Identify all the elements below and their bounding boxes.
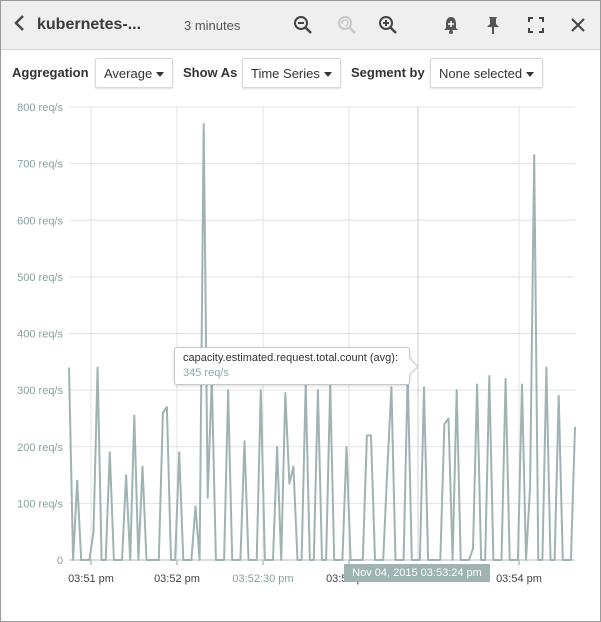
alert-button[interactable] bbox=[440, 14, 462, 36]
y-tick-label: 300 req/s bbox=[17, 385, 63, 397]
series-line bbox=[68, 123, 576, 561]
x-tick-label: 03:52 pm bbox=[154, 573, 200, 585]
show-as-value: Time Series bbox=[251, 66, 320, 81]
y-tick-label: 700 req/s bbox=[17, 159, 63, 171]
x-tick-label: 03:54 pm bbox=[496, 573, 542, 585]
zoom-in-icon bbox=[379, 16, 397, 34]
x-tick-label: 03:52:30 pm bbox=[232, 573, 293, 585]
close-icon bbox=[571, 18, 585, 32]
chart-panel: kubernetes-... 3 minutes Aggregation Ave… bbox=[0, 0, 601, 622]
close-button[interactable] bbox=[567, 14, 589, 36]
y-tick-label: 200 req/s bbox=[17, 442, 63, 454]
aggregation-value: Average bbox=[104, 66, 153, 81]
chart-tooltip: capacity.estimated.request.total.count (… bbox=[174, 347, 410, 385]
undo-zoom-icon bbox=[338, 16, 356, 34]
y-tick-label: 500 req/s bbox=[17, 272, 63, 284]
alert-bell-icon bbox=[444, 17, 458, 34]
x-tick-label: 03:51 pm bbox=[68, 573, 114, 585]
crosshair-time-label: Nov 04, 2015 03:53:24 pm bbox=[344, 564, 490, 582]
expand-button[interactable] bbox=[525, 14, 547, 36]
segment-by-dropdown[interactable]: None selected bbox=[430, 58, 544, 88]
y-tick-label: 600 req/s bbox=[17, 215, 63, 227]
zoom-in-button[interactable] bbox=[377, 14, 399, 36]
y-tick-label: 400 req/s bbox=[17, 329, 63, 341]
chart-toolbar: Aggregation Average Show As Time Series … bbox=[1, 57, 600, 91]
panel-title: kubernetes-... bbox=[37, 16, 142, 33]
time-range-label[interactable]: 3 minutes bbox=[184, 18, 240, 33]
segment-by-value: None selected bbox=[439, 66, 523, 81]
aggregation-dropdown[interactable]: Average bbox=[95, 58, 174, 88]
y-tick-label: 100 req/s bbox=[17, 498, 63, 510]
show-as-label: Show As bbox=[183, 65, 238, 80]
y-tick-label: 0 bbox=[57, 555, 63, 567]
tooltip-metric: capacity.estimated.request.total.count (… bbox=[183, 352, 399, 364]
caret-down-icon bbox=[323, 72, 332, 78]
caret-down-icon bbox=[156, 72, 165, 78]
tooltip-value: 345 req/s bbox=[183, 367, 229, 379]
chevron-left-icon bbox=[14, 15, 24, 31]
undo-zoom-button[interactable] bbox=[336, 14, 358, 36]
expand-icon bbox=[528, 17, 544, 33]
back-button[interactable] bbox=[9, 14, 31, 36]
segment-by-label: Segment by bbox=[351, 65, 425, 80]
show-as-dropdown[interactable]: Time Series bbox=[242, 58, 341, 88]
pin-button[interactable] bbox=[482, 14, 504, 36]
aggregation-label: Aggregation bbox=[12, 65, 89, 80]
pin-icon bbox=[487, 17, 499, 34]
panel-header: kubernetes-... 3 minutes bbox=[1, 1, 600, 50]
y-tick-label: 800 req/s bbox=[17, 102, 63, 114]
zoom-out-button[interactable] bbox=[292, 14, 314, 36]
caret-down-icon bbox=[526, 72, 535, 78]
zoom-out-icon bbox=[294, 16, 312, 34]
